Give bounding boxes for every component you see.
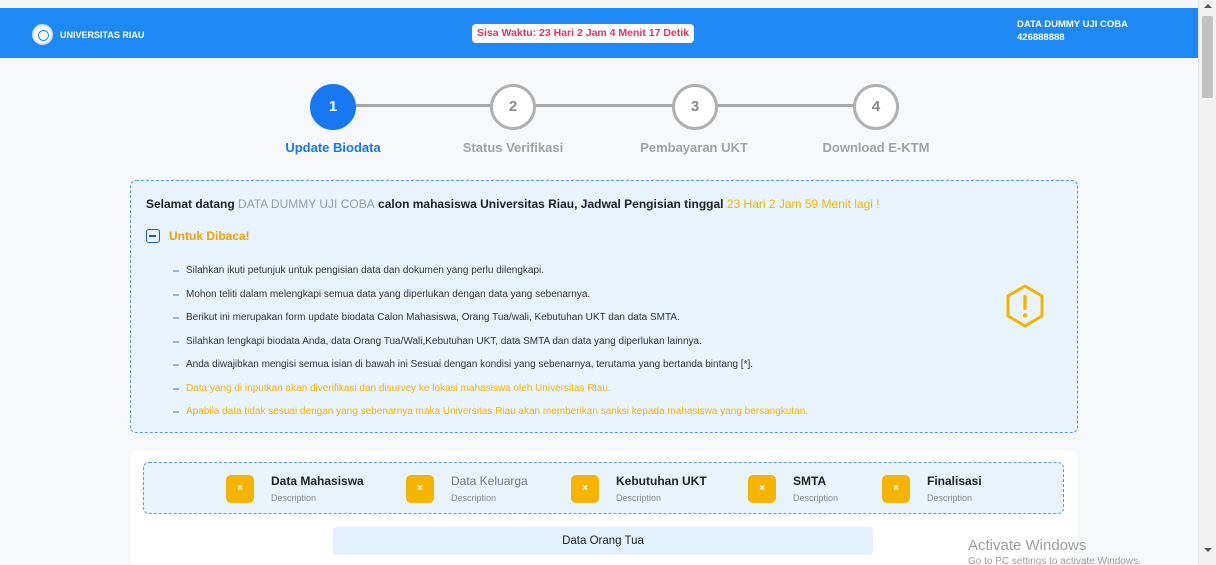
tab-title: SMTA — [793, 474, 827, 488]
step-2-label[interactable]: Status Verifikasi — [433, 140, 593, 155]
tab-description: Description — [616, 493, 662, 503]
form-step-tabs: × Data Mahasiswa Description × Data Kelu… — [143, 462, 1064, 514]
scroll-up-icon[interactable] — [1204, 4, 1212, 8]
scroll-thumb[interactable] — [1202, 16, 1213, 98]
tab-description: Description — [927, 493, 973, 503]
section-header-orang-tua[interactable]: Data Orang Tua — [333, 527, 873, 555]
welcome-prefix: Selamat datang — [146, 197, 239, 211]
info-notice-box: Selamat datang DATA DUMMY UJI COBA calon… — [130, 180, 1078, 433]
incomplete-icon: × — [571, 475, 599, 503]
tab-title: Data Mahasiswa — [271, 474, 364, 488]
collapse-icon[interactable] — [146, 229, 160, 243]
tab-title: Data Keluarga — [451, 474, 528, 488]
list-item: Data yang di inputkan akan diverifikasi … — [173, 377, 808, 401]
tab-description: Description — [793, 493, 839, 503]
list-item: Silahkan ikuti petunjuk untuk pengisian … — [173, 259, 808, 283]
remaining-time-badge: Sisa Waktu: 23 Hari 2 Jam 4 Menit 17 Det… — [472, 24, 695, 43]
step-3-label[interactable]: Pembayaran UKT — [614, 140, 774, 155]
step-connector — [716, 104, 856, 107]
welcome-middle: calon mahasiswa Universitas Riau, Jadwal… — [374, 197, 727, 211]
activation-watermark: Activate Windows — [968, 537, 1087, 554]
step-2-circle[interactable]: 2 — [490, 84, 536, 130]
top-navbar: UNIVERSITAS RIAU Sisa Waktu: 23 Hari 2 J… — [0, 8, 1198, 58]
list-item: Apabila data tidak sesuai dengan yang se… — [173, 400, 808, 424]
tab-finalisasi[interactable]: × Finalisasi Description — [882, 472, 992, 506]
incomplete-icon: × — [882, 475, 910, 503]
tab-description: Description — [451, 493, 497, 503]
step-1-label[interactable]: Update Biodata — [253, 140, 413, 155]
tab-data-mahasiswa[interactable]: × Data Mahasiswa Description — [226, 472, 376, 506]
step-3-circle[interactable]: 3 — [672, 84, 718, 130]
incomplete-icon: × — [406, 475, 434, 503]
form-card: × Data Mahasiswa Description × Data Kelu… — [130, 450, 1078, 565]
welcome-message: Selamat datang DATA DUMMY UJI COBA calon… — [146, 197, 880, 211]
tab-title: Finalisasi — [927, 474, 982, 488]
list-item: Berikut ini merupakan form update biodat… — [173, 306, 808, 330]
activation-watermark-hint: Go to PC settings to activate Windows. — [968, 556, 1141, 565]
incomplete-icon: × — [748, 475, 776, 503]
user-name: DATA DUMMY UJI COBA — [1017, 19, 1129, 30]
scroll-down-icon[interactable] — [1204, 548, 1212, 552]
list-item: Mohon teliti dalam melengkapi semua data… — [173, 283, 808, 307]
brand-name: UNIVERSITAS RIAU — [60, 30, 145, 40]
welcome-deadline: 23 Hari 2 Jam 59 Menit lagi ! — [726, 197, 880, 211]
step-connector — [534, 104, 674, 107]
list-item: Anda diwajibkan mengisi semua isian di b… — [173, 353, 808, 377]
tab-smta[interactable]: × SMTA Description — [748, 472, 848, 506]
list-item: Silahkan lengkapi biodata Anda, data Ora… — [173, 330, 808, 354]
user-info[interactable]: DATA DUMMY UJI COBA 426888888 — [1017, 18, 1128, 44]
tab-data-keluarga[interactable]: × Data Keluarga Description — [406, 472, 546, 506]
tab-kebutuhan-ukt[interactable]: × Kebutuhan UKT Description — [571, 472, 716, 506]
vertical-scrollbar[interactable] — [1198, 0, 1216, 565]
welcome-name: DATA DUMMY UJI COBA — [238, 197, 375, 211]
step-4-circle[interactable]: 4 — [853, 84, 899, 130]
step-1-circle[interactable]: 1 — [310, 84, 356, 130]
warning-icon — [1006, 284, 1044, 328]
user-id: 426888888 — [1017, 32, 1065, 43]
tab-description: Description — [271, 493, 317, 503]
step-connector — [354, 104, 492, 107]
step-4-label[interactable]: Download E-KTM — [796, 140, 956, 155]
university-logo-icon — [32, 24, 53, 45]
incomplete-icon: × — [226, 475, 254, 503]
instruction-list: Silahkan ikuti petunjuk untuk pengisian … — [173, 259, 808, 424]
tab-title: Kebutuhan UKT — [616, 474, 707, 488]
read-section-title[interactable]: Untuk Dibaca! — [169, 229, 250, 243]
